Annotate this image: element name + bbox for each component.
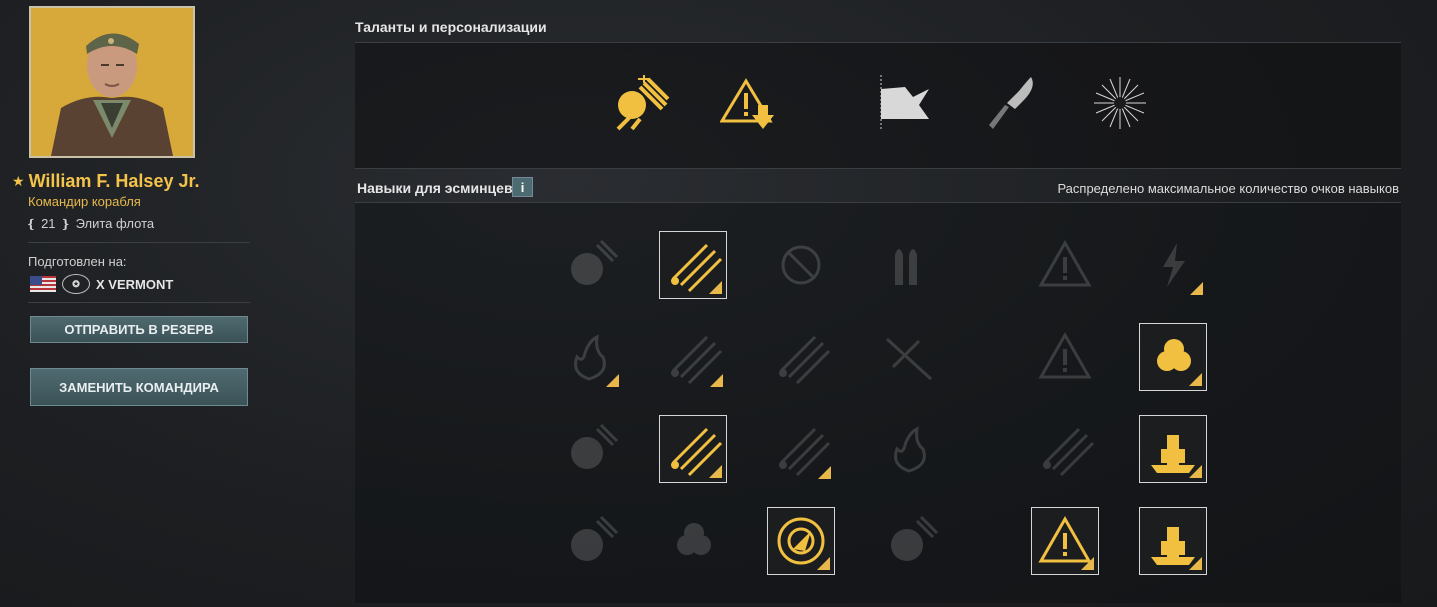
skill-target-warning-icon[interactable] [1031,323,1099,391]
ap-warning-icon [1038,239,1092,287]
talents-title: Таланты и персонализации [355,19,547,35]
commander-level: 21 [41,216,56,231]
skills-title: Навыки для эсминцев [357,180,513,196]
commander-name-row: ★ William F. Halsey Jr. [12,171,199,192]
skill-warning-boost-icon[interactable] [1031,507,1099,575]
skill-consumables-up-icon-2[interactable] [555,507,623,575]
skill-ship-top-icon[interactable] [1139,507,1207,575]
target-warning-icon [1038,331,1092,379]
divider [28,302,250,303]
skill-propulsion-icon[interactable] [1139,323,1207,391]
aa-plane-icon [885,337,933,381]
upgrade-corner-icon [709,281,722,294]
usa-flag-icon [30,276,56,292]
skill-torpedo-tubes-icon[interactable] [767,323,835,391]
skill-aa-plane-icon[interactable] [875,323,943,391]
blocked-icon [781,245,821,285]
commander-role: Командир корабля [28,194,141,209]
rank-row: ❴ 21 ❵ Элита флота [26,216,154,231]
skill-consumables-icon[interactable] [555,231,623,299]
tubes-icon [1043,427,1095,477]
skills-status: Распределено максимальное количество очк… [1057,181,1399,196]
flag-icon[interactable] [875,73,935,133]
ship-class-icon: ✪ [62,274,90,294]
divider [28,242,250,243]
upgrade-corner-icon [710,374,723,387]
star-icon: ★ [12,173,25,189]
skill-tubes-icon[interactable] [1031,415,1099,483]
upgrade-corner-icon [1189,557,1202,570]
skill-ap-warning-icon[interactable] [1031,231,1099,299]
skill-shell-reload-icon[interactable] [875,231,943,299]
trained-ship[interactable]: ✪ X VERMONT [30,274,173,294]
info-button[interactable]: i [512,177,533,197]
skill-fan-up-icon[interactable] [659,507,727,575]
upgrade-corner-icon [1190,282,1203,295]
ship-name: X VERMONT [96,276,174,292]
firework-icon[interactable] [1090,73,1150,133]
commander-panel: ★ William F. Halsey Jr. Командир корабля… [0,0,260,607]
consumables-icon [571,239,619,285]
torpedo-tubes-icon [779,335,831,385]
fan-up-icon [677,523,711,555]
skill-torpedo-reload-boost-icon[interactable] [659,415,727,483]
commander-portrait [29,6,195,158]
skill-crossed-torpedo-icon[interactable] [767,415,835,483]
skill-torpedo-speed-icon[interactable] [659,231,727,299]
consumables-up-icon-2 [571,515,619,561]
skill-consumables-up-icon[interactable] [555,415,623,483]
skill-blocked-icon[interactable] [767,231,835,299]
trained-label: Подготовлен на: [28,254,127,269]
skill-torpedo-reload-icon[interactable] [659,323,727,391]
skill-radar-icon[interactable] [767,507,835,575]
talents-panel [355,43,1401,168]
warning-down-icon[interactable] [719,73,780,133]
skill-smoke-icon[interactable] [875,507,943,575]
laurel-icon: ❴ [26,216,37,231]
upgrade-corner-icon [1189,373,1202,386]
commander-name: William F. Halsey Jr. [28,171,200,191]
plane-gun-icon[interactable] [610,73,670,133]
commander-rank: Элита флота [75,216,155,231]
upgrade-corner-icon [709,465,722,478]
upgrade-corner-icon [818,466,831,479]
smoke-icon [891,515,939,561]
fire-plane-icon [894,426,926,473]
consumables-up-icon [571,423,619,469]
upgrade-corner-icon [1081,557,1094,570]
knife-icon[interactable] [985,73,1045,133]
replace-commander-button[interactable]: ЗАМЕНИТЬ КОМАНДИРА [30,368,248,406]
upgrade-corner-icon [606,374,619,387]
upgrade-corner-icon [817,557,830,570]
upgrade-corner-icon [1189,465,1202,478]
skill-fire-icon[interactable] [555,323,623,391]
divider [355,168,1401,169]
skill-fire-plane-icon[interactable] [875,415,943,483]
shell-reload-icon [895,249,917,285]
skills-grid [355,203,1401,603]
laurel-icon-right: ❵ [60,216,71,231]
skill-striped-lightning-icon[interactable] [1139,231,1207,299]
send-to-reserve-button[interactable]: ОТПРАВИТЬ В РЕЗЕРВ [30,316,248,343]
skill-battleship-icon[interactable] [1139,415,1207,483]
